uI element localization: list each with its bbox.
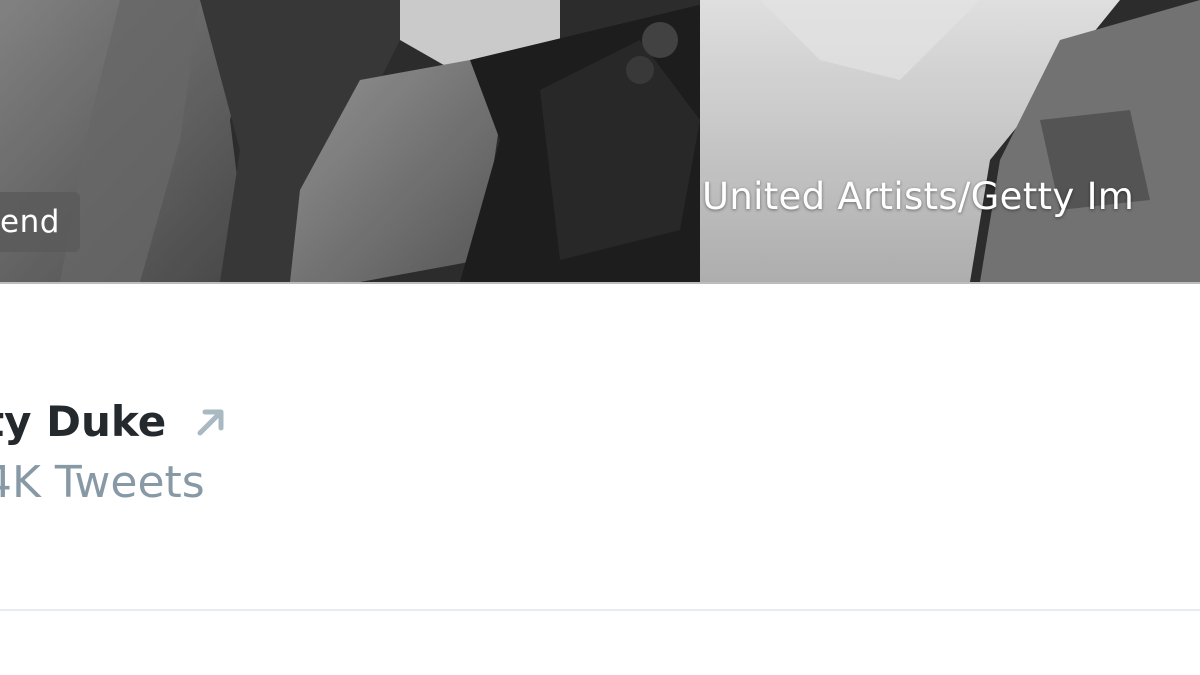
external-link-arrow-icon[interactable] bbox=[192, 403, 230, 441]
trend-title[interactable]: tty Duke bbox=[0, 396, 166, 448]
tweet-count: .4K Tweets bbox=[0, 457, 205, 508]
trend-badge: end bbox=[0, 192, 80, 252]
trend-title-row[interactable]: tty Duke bbox=[0, 396, 230, 448]
trend-info-card[interactable]: tty Duke .4K Tweets bbox=[0, 284, 1200, 675]
photo-credit: United Artists/Getty Im bbox=[702, 175, 1135, 218]
hero-photo bbox=[0, 0, 1200, 282]
trend-hero-image[interactable]: end United Artists/Getty Im bbox=[0, 0, 1200, 282]
card-divider bbox=[0, 609, 1200, 611]
trend-card-screen: end United Artists/Getty Im tty Duke .4K… bbox=[0, 0, 1200, 675]
